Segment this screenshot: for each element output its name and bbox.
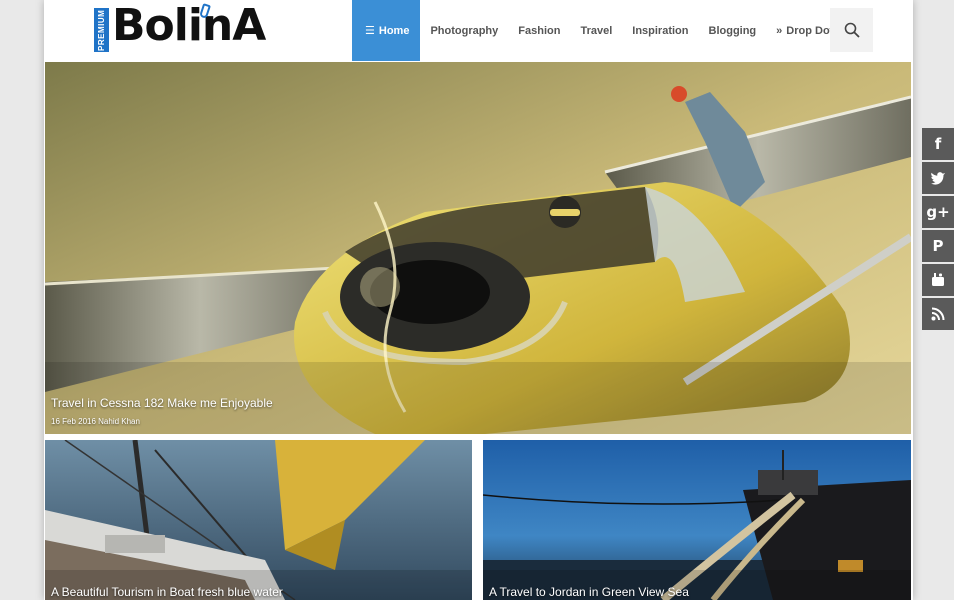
nav-label: Fashion bbox=[518, 24, 561, 37]
twitter-button[interactable] bbox=[922, 162, 954, 194]
post-card[interactable]: A Travel to Jordan in Green View Sea bbox=[483, 440, 911, 600]
google-plus-button[interactable]: g+ bbox=[922, 196, 954, 228]
nav-item-blogging[interactable]: Blogging bbox=[699, 0, 767, 61]
social-share-bar: f g+ P bbox=[922, 128, 954, 332]
logo-premium-badge: PREMIUM bbox=[94, 8, 109, 52]
nav-item-inspiration[interactable]: Inspiration bbox=[622, 0, 698, 61]
post-image-sailboat bbox=[45, 440, 472, 600]
youtube-icon bbox=[932, 273, 944, 286]
facebook-button[interactable]: f bbox=[922, 128, 954, 160]
featured-title[interactable]: Travel in Cessna 182 Make me Enjoyable bbox=[51, 396, 273, 410]
featured-meta: 16 Feb 2016 Nahid Khan bbox=[51, 417, 140, 426]
twitter-icon bbox=[930, 172, 945, 185]
post-image-ship bbox=[483, 440, 911, 600]
nav-item-photography[interactable]: Photography bbox=[420, 0, 508, 61]
page-container: PREMIUM BolinA ☰ Home Photography Fashion… bbox=[44, 0, 913, 600]
nav-label: Travel bbox=[580, 24, 613, 37]
post-title[interactable]: A Beautiful Tourism in Boat fresh blue w… bbox=[51, 585, 283, 599]
featured-slide[interactable]: Travel in Cessna 182 Make me Enjoyable 1… bbox=[45, 62, 911, 434]
site-header: PREMIUM BolinA ☰ Home Photography Fashion… bbox=[44, 0, 913, 61]
google-plus-icon: g+ bbox=[926, 203, 950, 221]
youtube-button[interactable] bbox=[922, 264, 954, 296]
search-icon bbox=[844, 22, 860, 38]
double-chevron-down-icon: » bbox=[776, 24, 783, 37]
nav-item-fashion[interactable]: Fashion bbox=[508, 0, 570, 61]
facebook-icon: f bbox=[934, 135, 942, 153]
main-nav: ☰ Home Photography Fashion Travel Inspira… bbox=[352, 0, 855, 61]
search-button[interactable] bbox=[830, 8, 873, 52]
rss-button[interactable] bbox=[922, 298, 954, 330]
post-card[interactable]: A Beautiful Tourism in Boat fresh blue w… bbox=[45, 440, 472, 600]
post-title[interactable]: A Travel to Jordan in Green View Sea bbox=[489, 585, 689, 599]
nav-label: Home bbox=[378, 24, 410, 37]
featured-image-airplane bbox=[45, 62, 911, 434]
pinterest-button[interactable]: P bbox=[922, 230, 954, 262]
rss-icon bbox=[931, 307, 945, 321]
menu-icon: ☰ bbox=[365, 25, 375, 37]
nav-label: Blogging bbox=[708, 24, 757, 37]
pinterest-icon: P bbox=[932, 237, 944, 255]
site-logo[interactable]: PREMIUM BolinA bbox=[94, 0, 266, 54]
nav-item-travel[interactable]: Travel bbox=[570, 0, 622, 61]
logo-brand-text: BolinA bbox=[112, 0, 266, 51]
nav-label: Photography bbox=[430, 24, 499, 37]
nav-label: Inspiration bbox=[632, 24, 689, 37]
nav-item-home[interactable]: ☰ Home bbox=[352, 0, 421, 61]
